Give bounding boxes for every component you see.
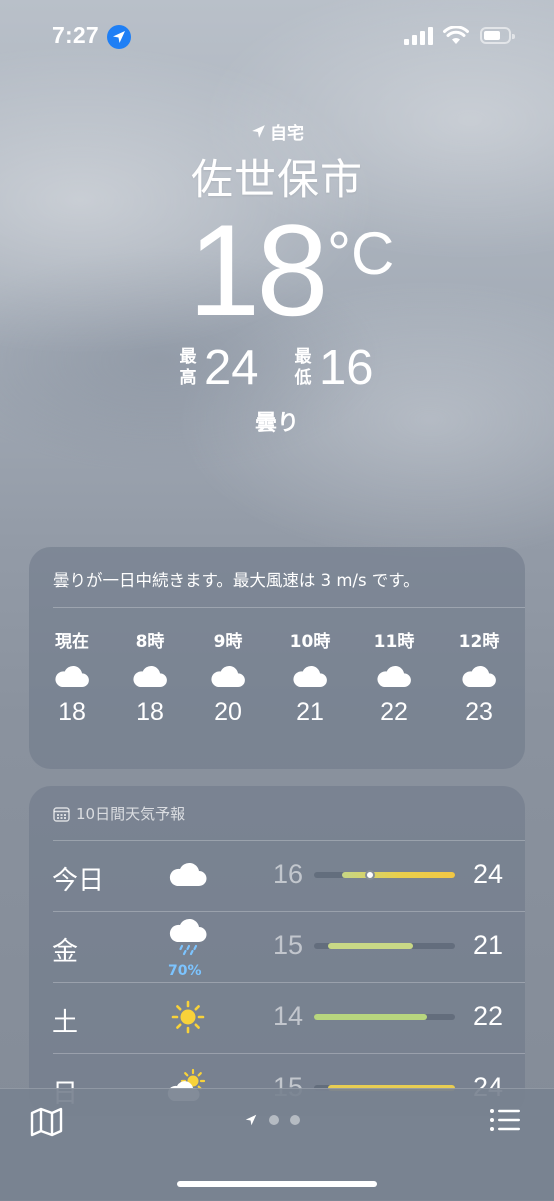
bottom-toolbar	[0, 1088, 554, 1201]
location-services-icon	[107, 25, 131, 49]
hour-label: 9時	[213, 632, 243, 652]
cloud-icon	[32, 656, 112, 688]
hour-item: 9時 20	[188, 627, 268, 727]
hour-label: 12時	[458, 632, 500, 652]
low-temperature: 14	[272, 1001, 303, 1031]
temperature-range-bar	[314, 943, 455, 949]
hour-temperature: 22	[380, 698, 408, 726]
day-label: 今日	[52, 866, 105, 896]
current-weather: 自宅 佐世保市	[0, 120, 554, 207]
hour-temperature: 23	[465, 698, 493, 726]
temperature-range-bar	[314, 870, 455, 880]
location-arrow-icon	[252, 124, 265, 138]
forecast-header: 10日間天気予報	[53, 803, 185, 824]
page-dot[interactable]	[269, 1115, 279, 1125]
high-label: 最 高	[179, 347, 197, 388]
wifi-icon	[443, 26, 469, 44]
day-row: 今日 16 24	[29, 840, 525, 910]
cloud-rain-icon	[165, 915, 211, 961]
hour-temperature: 20	[214, 698, 242, 726]
cloud-icon	[354, 656, 434, 688]
cloud-icon	[188, 656, 268, 688]
temperature-range-fill	[342, 872, 455, 878]
hour-temperature: 18	[58, 698, 86, 726]
current-temperature: 18	[188, 197, 329, 343]
precipitation-chance: 70%	[168, 963, 202, 979]
temperature-block: 18 °C	[0, 197, 554, 343]
high-temperature: 21	[472, 930, 503, 960]
low-temperature: 16	[272, 859, 303, 889]
day-row: 金 70% 15 21	[29, 911, 525, 981]
low-temperature: 15	[272, 930, 303, 960]
cellular-signal-icon	[404, 27, 433, 45]
day-label: 土	[52, 1008, 79, 1038]
low-label: 最 低	[294, 347, 312, 388]
cloud-icon	[439, 656, 519, 688]
hour-temperature: 18	[136, 698, 164, 726]
hour-label: 8時	[135, 632, 165, 652]
forecast-header-label: 10日間天気予報	[76, 805, 186, 823]
day-row: 土 14 22	[29, 982, 525, 1052]
hourly-forecast-card[interactable]: 曇りが一日中続きます。最大風速は 3 m/s です。 現在 18 8時 18 9時 20 1…	[29, 547, 525, 769]
location-list-icon[interactable]	[489, 1108, 521, 1132]
high-temperature: 24	[472, 859, 503, 889]
hour-label: 11時	[373, 632, 415, 652]
hour-item: 12時 23	[439, 627, 519, 727]
current-location-page-icon[interactable]	[244, 1113, 258, 1127]
hour-label: 10時	[289, 632, 331, 652]
forecast-summary: 曇りが一日中続きます。最大風速は 3 m/s です。	[53, 571, 420, 590]
cloud-icon	[270, 656, 350, 688]
hour-label: 現在	[55, 632, 89, 652]
day-label: 金	[52, 937, 79, 967]
high-temperature: 24	[204, 341, 259, 395]
home-label: 自宅	[270, 123, 304, 144]
cloud-icon	[165, 852, 211, 898]
status-bar: 7:27	[0, 0, 554, 70]
hour-item: 8時 18	[110, 627, 190, 727]
hour-item: 現在 18	[32, 627, 112, 727]
status-time: 7:27	[52, 22, 99, 48]
current-temperature-marker	[365, 870, 376, 880]
home-location-row: 自宅	[0, 120, 554, 144]
battery-icon	[480, 27, 515, 44]
calendar-icon	[53, 806, 70, 822]
temperature-unit: °C	[327, 220, 395, 287]
hour-temperature: 21	[296, 698, 324, 726]
temperature-range-fill	[328, 943, 413, 949]
page-dot[interactable]	[290, 1115, 300, 1125]
ten-day-forecast-card[interactable]: 10日間天気予報 今日1624金70%1521土1422日1524	[29, 786, 525, 1116]
divider	[53, 607, 525, 608]
temperature-range-fill	[314, 1014, 427, 1020]
sun-icon	[165, 994, 211, 1040]
cloud-icon	[110, 656, 190, 688]
hour-item: 10時 21	[270, 627, 350, 727]
hour-item: 11時 22	[354, 627, 434, 727]
condition-text: 曇り	[254, 411, 299, 436]
temperature-range-bar	[314, 1014, 455, 1020]
page-indicator[interactable]	[244, 1113, 300, 1127]
high-temperature: 22	[472, 1001, 503, 1031]
map-icon[interactable]	[30, 1107, 64, 1137]
home-indicator[interactable]	[177, 1181, 377, 1187]
high-low: 最 高 24 最 低 16	[0, 341, 554, 405]
low-temperature: 16	[319, 341, 374, 395]
